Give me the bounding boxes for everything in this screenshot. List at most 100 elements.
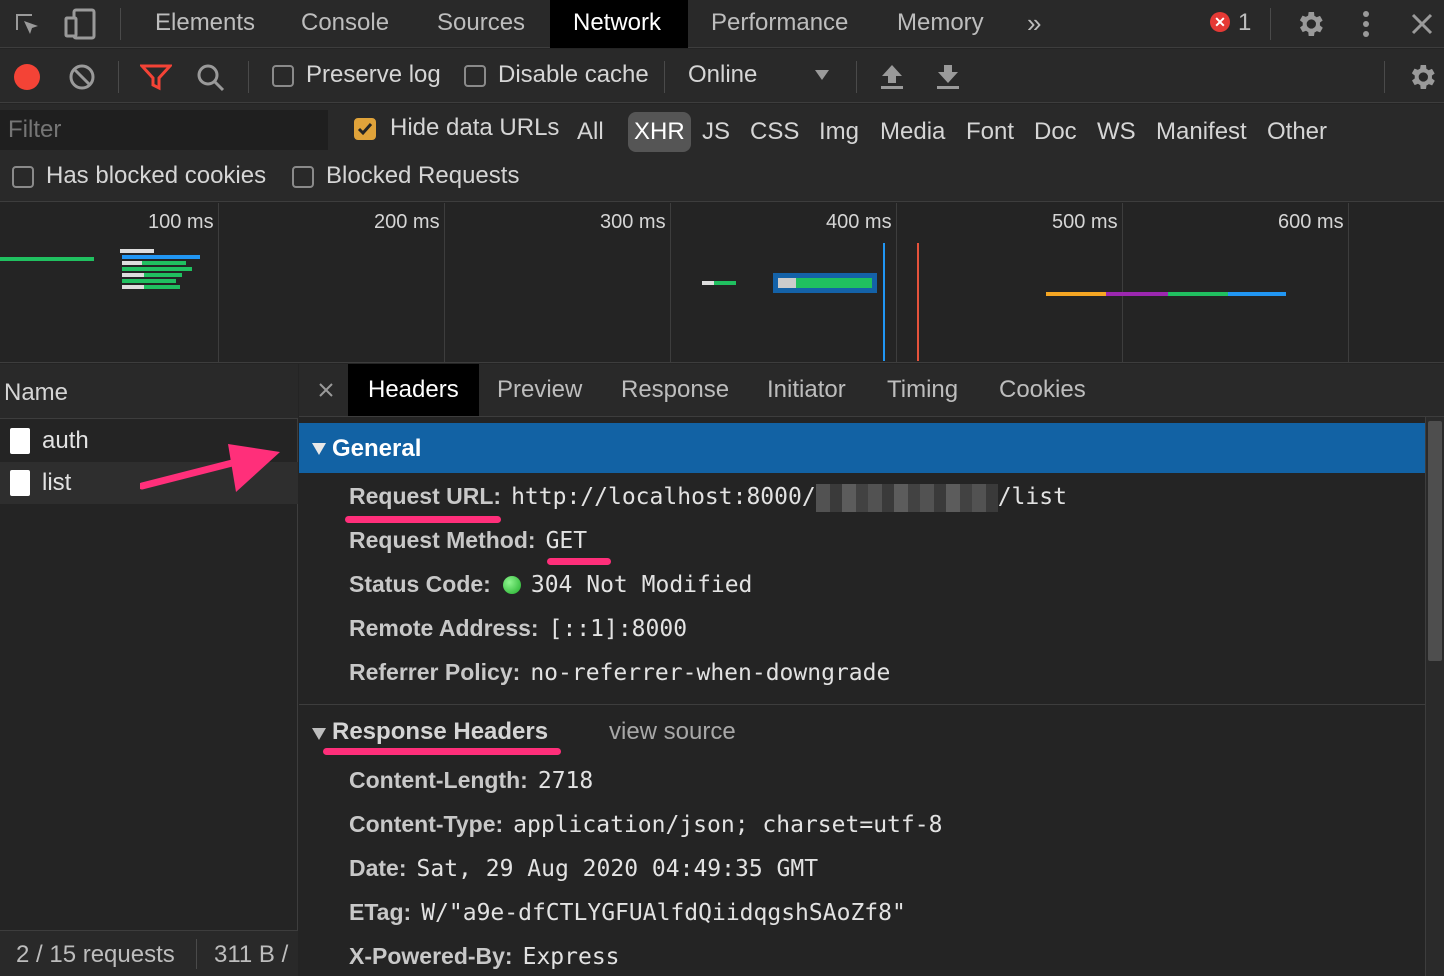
header-key: ETag:	[349, 899, 412, 925]
request-bar	[122, 285, 144, 289]
filter-type-doc[interactable]: Doc	[1034, 112, 1077, 152]
grid-line	[670, 203, 671, 363]
tab-response[interactable]: Response	[621, 364, 729, 416]
has-blocked-cookies-label[interactable]: Has blocked cookies	[46, 162, 266, 190]
view-source-link[interactable]: view source	[609, 718, 736, 746]
tab-elements[interactable]: Elements	[132, 0, 278, 48]
filter-type-media[interactable]: Media	[880, 112, 945, 152]
error-count[interactable]: 1	[1238, 9, 1251, 37]
header-value[interactable]: Express	[523, 944, 620, 970]
more-options-icon[interactable]	[1358, 8, 1374, 40]
tab-initiator[interactable]: Initiator	[767, 364, 846, 416]
scrollbar-thumb[interactable]	[1428, 421, 1442, 661]
filter-type-ws[interactable]: WS	[1097, 112, 1136, 152]
remote-address-value[interactable]: [::1]:8000	[549, 616, 687, 642]
request-bar	[702, 281, 714, 285]
hide-data-urls-checkbox[interactable]	[354, 118, 376, 140]
header-value[interactable]: Sat, 29 Aug 2020 04:49:35 GMT	[417, 856, 819, 882]
request-bar	[122, 255, 200, 259]
blocked-requests-checkbox[interactable]	[292, 166, 314, 188]
record-button[interactable]	[14, 64, 40, 90]
referrer-policy-value[interactable]: no-referrer-when-downgrade	[530, 660, 890, 686]
header-value[interactable]: 2718	[538, 768, 593, 794]
request-url-prefix[interactable]: http://localhost:8000/	[511, 484, 816, 510]
device-toolbar-icon[interactable]	[64, 8, 98, 40]
network-settings-gear-icon[interactable]	[1406, 61, 1438, 93]
throttling-select[interactable]: Online	[688, 61, 757, 89]
filter-icon[interactable]	[140, 63, 172, 91]
dom-content-loaded-marker	[883, 243, 885, 361]
general-section-header[interactable]: General	[299, 423, 1425, 473]
tab-performance[interactable]: Performance	[688, 0, 871, 48]
has-blocked-cookies-checkbox[interactable]	[12, 166, 34, 188]
disable-cache-checkbox[interactable]	[464, 65, 486, 87]
response-header-row: X-Powered-By: Express	[349, 941, 620, 971]
tab-timing[interactable]: Timing	[887, 364, 958, 416]
filter-type-other[interactable]: Other	[1267, 112, 1327, 152]
status-ok-icon	[502, 576, 521, 594]
devtools-tab-bar: Elements Console Sources Network Perform…	[0, 0, 1444, 48]
settings-gear-icon[interactable]	[1294, 8, 1326, 40]
request-url-suffix[interactable]: /list	[998, 484, 1067, 510]
filter-bar: Hide data URLs All XHR JS CSS Img Media …	[0, 104, 1444, 202]
filter-type-js[interactable]: JS	[702, 112, 730, 152]
referrer-policy-row: Referrer Policy: no-referrer-when-downgra…	[349, 657, 890, 687]
header-value[interactable]: W/"a9e-dfCTLYGFUAlfdQiidqgshSAoZf8"	[421, 900, 906, 926]
status-bar: 2 / 15 requests 311 B /	[0, 930, 298, 976]
load-event-marker	[917, 243, 919, 361]
request-bar	[1228, 292, 1286, 296]
inspect-element-icon[interactable]	[12, 10, 42, 40]
details-tab-bar: Headers Preview Response Initiator Timin…	[299, 364, 1444, 417]
tab-sources[interactable]: Sources	[414, 0, 548, 48]
preserve-log-label[interactable]: Preserve log	[306, 61, 441, 89]
request-name: auth	[42, 427, 89, 454]
separator	[664, 61, 665, 93]
error-icon[interactable]: ✕	[1210, 12, 1230, 32]
grid-line	[444, 203, 445, 363]
filter-type-font[interactable]: Font	[966, 112, 1014, 152]
request-method-value[interactable]: GET	[546, 528, 588, 554]
transferred-size: 311 B /	[214, 941, 289, 968]
header-key: Request URL:	[349, 483, 502, 509]
search-icon[interactable]	[196, 63, 226, 93]
filter-type-css[interactable]: CSS	[750, 112, 799, 152]
status-code-value[interactable]: 304 Not Modified	[531, 572, 753, 598]
filter-input[interactable]	[0, 110, 328, 150]
tab-memory[interactable]: Memory	[874, 0, 1007, 48]
name-column-header[interactable]: Name	[0, 364, 298, 419]
tab-cookies[interactable]: Cookies	[999, 364, 1086, 416]
request-url-row: Request URL: http://localhost:8000/ /list	[349, 481, 1067, 512]
chevron-down-icon[interactable]	[814, 69, 830, 81]
clear-icon[interactable]	[68, 63, 96, 91]
filter-type-img[interactable]: Img	[819, 112, 859, 152]
header-key: Referrer Policy:	[349, 659, 521, 685]
tab-preview[interactable]: Preview	[497, 364, 582, 416]
network-overview[interactable]: 100 ms 200 ms 300 ms 400 ms 500 ms 600 m…	[0, 203, 1444, 363]
tab-network[interactable]: Network	[550, 0, 688, 48]
filter-type-manifest[interactable]: Manifest	[1156, 112, 1247, 152]
triangle-down-icon	[312, 728, 326, 740]
request-bar	[122, 273, 144, 277]
tick-label: 100 ms	[148, 211, 214, 233]
separator	[120, 8, 121, 40]
status-code-row: Status Code: 304 Not Modified	[349, 569, 752, 599]
close-details-icon[interactable]	[319, 383, 333, 397]
request-bar	[1106, 292, 1168, 296]
import-har-icon[interactable]	[878, 63, 906, 91]
hide-data-urls-label[interactable]: Hide data URLs	[390, 114, 559, 142]
filter-type-xhr[interactable]: XHR	[628, 112, 691, 152]
network-toolbar: Preserve log Disable cache Online	[0, 49, 1444, 103]
tab-headers[interactable]: Headers	[348, 364, 479, 416]
header-value[interactable]: application/json; charset=utf-8	[513, 812, 942, 838]
tab-console[interactable]: Console	[278, 0, 412, 48]
preserve-log-checkbox[interactable]	[272, 65, 294, 87]
more-tabs-button[interactable]: »	[1004, 0, 1064, 48]
file-icon	[10, 470, 30, 496]
export-har-icon[interactable]	[934, 63, 962, 91]
close-devtools-icon[interactable]	[1410, 12, 1434, 36]
tick-label: 600 ms	[1278, 211, 1344, 233]
scrollbar-track[interactable]	[1425, 417, 1444, 976]
filter-type-all[interactable]: All	[577, 112, 604, 152]
blocked-requests-label[interactable]: Blocked Requests	[326, 162, 519, 190]
disable-cache-label[interactable]: Disable cache	[498, 61, 649, 89]
